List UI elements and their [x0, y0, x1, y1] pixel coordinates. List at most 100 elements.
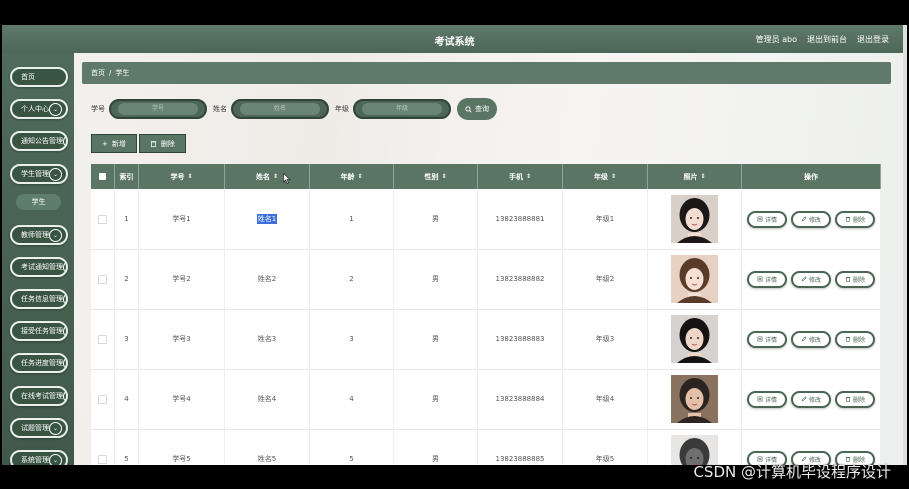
grade-label: 年级	[335, 105, 349, 113]
search-icon	[465, 105, 472, 113]
row-checkbox[interactable]	[91, 429, 115, 465]
edit-button[interactable]: 修改	[791, 330, 831, 348]
student-photo	[671, 315, 718, 363]
chevron-down-icon: ⌄	[49, 167, 62, 181]
detail-button[interactable]: 详情	[747, 330, 787, 348]
action-label: 删除	[852, 396, 865, 404]
row-checkbox[interactable]	[91, 189, 115, 249]
edit-button[interactable]: 修改	[791, 210, 831, 228]
student-table: 索引 学号 ⇕ 姓名 ⇕ 年龄 ⇕ 性别 ⇕ 手机 ⇕ 年级 ⇕ 照片 ⇕ 操作 1 学号1 姓名1 1 男 13823…	[91, 164, 881, 465]
table-row[interactable]: 4 学号4 姓名4 4 男 13823888884 年级4 详情 修改 删除	[91, 369, 881, 430]
admin-user-link[interactable]: 管理员 abo	[756, 34, 797, 45]
phone-cell: 13823888885	[478, 429, 563, 465]
sidebar-item-12[interactable]: 系统管理 ⌄	[10, 450, 68, 465]
sidebar-item-10[interactable]: 在线考试管理⌄	[10, 386, 68, 406]
column-header-7[interactable]: 年级 ⇕	[563, 164, 648, 189]
sidebar-item-6[interactable]: 考试通知管理⌄	[10, 257, 68, 277]
edit-button[interactable]: 修改	[791, 270, 831, 288]
actions-cell: 详情 修改 删除	[742, 309, 881, 369]
action-label: 详情	[764, 336, 777, 344]
sidebar-item-11[interactable]: 试题管理 ⌄	[10, 418, 68, 438]
column-header-8[interactable]: 照片 ⇕	[648, 164, 742, 189]
logout-link[interactable]: 退出登录	[857, 34, 889, 45]
action-label: 删除	[852, 216, 865, 224]
name-placeholder: 姓名	[240, 103, 320, 115]
search-bar: 学号 学号 姓名 姓名 年级 年级 查询	[91, 98, 497, 120]
edit-button[interactable]: 修改	[791, 390, 831, 408]
sidebar-item-4[interactable]: 学生管理 ⌄	[10, 164, 68, 184]
watermark: CSDN @计算机毕设程序设计	[693, 463, 891, 481]
trash-icon	[845, 337, 851, 342]
column-header-4[interactable]: 年龄 ⇕	[310, 164, 394, 189]
sort-icon: ⇕	[700, 173, 706, 180]
sidebar-item-2[interactable]: 个人中心 ⌄	[10, 99, 68, 119]
delete-row-button[interactable]: 删除	[835, 330, 875, 348]
sidebar-subitem-student[interactable]: 学生	[16, 194, 61, 210]
table-row[interactable]: 3 学号3 姓名3 3 男 13823888883 年级3 详情 修改 删除	[91, 309, 881, 370]
table-row[interactable]: 1 学号1 姓名1 1 男 13823888881 年级1 详情 修改 删除	[91, 189, 881, 250]
page-scrollbar[interactable]	[903, 25, 907, 465]
add-button[interactable]: + 新增	[91, 134, 137, 153]
phone-cell: 13823888884	[478, 369, 563, 429]
sidebar-item-1[interactable]: 首页	[10, 67, 68, 87]
sidebar-item-8[interactable]: 接受任务管理⌄	[10, 321, 68, 341]
name-cell-text: 姓名5	[257, 455, 277, 463]
row-checkbox[interactable]	[91, 249, 115, 309]
sid-cell-text: 学号3	[172, 335, 191, 343]
sidebar-item-3[interactable]: 通知公告管理⌄	[10, 131, 68, 151]
chevron-down-icon: ⌄	[63, 389, 66, 403]
column-header-3[interactable]: 姓名 ⇕	[225, 164, 310, 189]
sidebar-item-label: 学生管理	[21, 170, 49, 178]
sidebar-item-9[interactable]: 任务进度管理⌄	[10, 353, 68, 373]
detail-icon	[757, 216, 763, 222]
phone-cell: 13823888883	[478, 309, 563, 369]
sid-cell-text: 学号5	[172, 455, 191, 463]
table-row[interactable]: 5 学号5 姓名5 5 男 13823888885 年级5 详情 修改 删除	[91, 429, 881, 465]
checkbox-square	[99, 173, 106, 180]
sid-input[interactable]: 学号	[109, 99, 207, 119]
column-header-6[interactable]: 手机 ⇕	[478, 164, 563, 189]
delete-row-button[interactable]: 删除	[835, 210, 875, 228]
column-header-2[interactable]: 学号 ⇕	[139, 164, 225, 189]
delete-row-button[interactable]: 删除	[835, 270, 875, 288]
back-to-front-link[interactable]: 退出到前台	[807, 34, 847, 45]
grade-input[interactable]: 年级	[353, 99, 451, 119]
table-row[interactable]: 2 学号2 姓名2 2 男 13823888882 年级2 详情 修改 删除	[91, 249, 881, 310]
sidebar-item-5[interactable]: 教师管理 ⌄	[10, 225, 68, 245]
sid-cell: 学号4	[139, 369, 225, 429]
grade-cell-text: 年级5	[595, 455, 615, 463]
app-window: 考试系统 管理员 abo 退出到前台 退出登录 首页个人中心⌄通知公告管理⌄学生…	[2, 25, 907, 465]
gender-cell-text: 男	[432, 455, 439, 463]
grade-cell: 年级4	[563, 369, 648, 429]
sid-cell-text: 学号1	[172, 215, 191, 223]
detail-button[interactable]: 详情	[747, 270, 787, 288]
chevron-down-icon: ⌄	[63, 324, 66, 338]
detail-button[interactable]: 详情	[747, 390, 787, 408]
sidebar-item-label: 考试通知管理	[21, 263, 63, 271]
gender-cell: 男	[394, 309, 478, 369]
grade-cell-text: 年级2	[595, 275, 615, 283]
row-checkbox[interactable]	[91, 309, 115, 369]
breadcrumb-home[interactable]: 首页	[91, 69, 105, 77]
sidebar-item-7[interactable]: 任务信息管理⌄	[10, 289, 68, 309]
delete-button[interactable]: 删除	[138, 134, 186, 153]
query-button[interactable]: 查询	[457, 98, 497, 120]
delete-row-button[interactable]: 删除	[835, 390, 875, 408]
chevron-down-icon: ⌄	[63, 356, 66, 370]
action-label: 详情	[764, 276, 777, 284]
name-input[interactable]: 姓名	[231, 99, 329, 119]
edit-icon	[801, 216, 807, 222]
sort-icon: ⇕	[525, 173, 532, 180]
actions-cell: 详情 修改 删除	[742, 369, 881, 429]
sidebar-item-label: 试题管理	[21, 424, 49, 432]
grade-cell-text: 年级3	[595, 335, 615, 343]
add-label: 新增	[111, 139, 126, 148]
age-cell: 4	[310, 369, 394, 429]
detail-button[interactable]: 详情	[747, 210, 787, 228]
column-header-5[interactable]: 性别 ⇕	[394, 164, 478, 189]
row-checkbox[interactable]	[91, 369, 115, 429]
select-all-checkbox[interactable]	[91, 164, 115, 189]
sort-icon: ⇕	[187, 173, 193, 180]
trash-icon	[845, 277, 851, 282]
student-photo	[671, 195, 718, 243]
